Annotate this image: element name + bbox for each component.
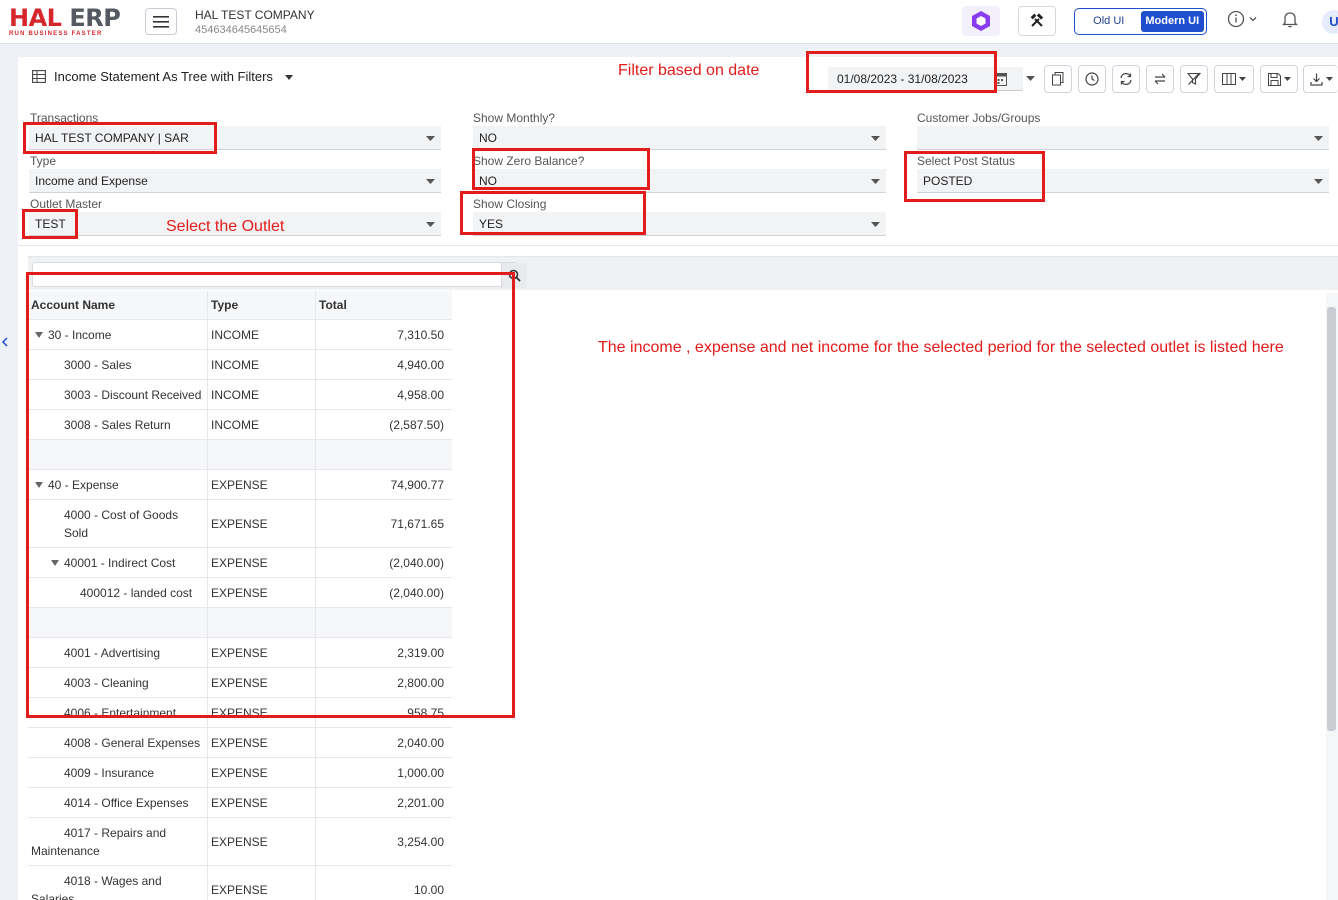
- divider: [18, 245, 1338, 246]
- modern-ui-option[interactable]: Modern UI: [1140, 11, 1204, 32]
- caret-down-icon: [426, 179, 435, 184]
- company-name: HAL TEST COMPANY: [195, 8, 315, 22]
- hamburger-icon: [153, 15, 169, 28]
- show-monthly-label: Show Monthly?: [473, 111, 556, 125]
- zero-balance-highlight-box: [472, 148, 650, 190]
- type-label: Type: [30, 154, 57, 168]
- account-name: 4014 - Office Expenses: [28, 788, 208, 817]
- account-total: 10.00: [413, 882, 444, 897]
- account-total: 3,254.00: [397, 834, 444, 849]
- refresh-button[interactable]: [1112, 65, 1140, 93]
- account-total: 2,201.00: [397, 795, 444, 810]
- avatar: U: [1322, 10, 1338, 34]
- filter-off-icon: [1187, 72, 1201, 85]
- chevron-down-icon: [1249, 17, 1257, 22]
- top-bar: HAL ERP RUN BUSINESS FASTER HAL TEST COM…: [0, 0, 1338, 44]
- download-icon: [1309, 73, 1323, 86]
- info-menu[interactable]: [1227, 10, 1258, 28]
- chevron-left-icon: [1, 337, 8, 347]
- outlet-annotation: Select the Outlet: [166, 218, 285, 235]
- caret-down-icon: [871, 179, 880, 184]
- table-icon: [32, 70, 46, 83]
- caret-down-icon: [426, 136, 435, 141]
- post-status-highlight-box: [904, 151, 1045, 202]
- date-annotation: Filter based on date: [618, 62, 760, 79]
- account-name: 4017 - Repairs and Maintenance: [31, 825, 167, 858]
- account-type: EXPENSE: [208, 818, 316, 865]
- type-select[interactable]: Income and Expense: [29, 169, 441, 193]
- menu-toggle-button[interactable]: [145, 8, 177, 35]
- show-monthly-value: NO: [479, 131, 497, 145]
- account-name: 4008 - General Expenses: [28, 728, 208, 757]
- clock-icon: [1085, 72, 1099, 86]
- bell-icon: [1282, 12, 1298, 28]
- user-avatar[interactable]: U: [1322, 10, 1338, 34]
- show-monthly-select[interactable]: NO: [473, 126, 886, 150]
- tools-button[interactable]: [1018, 6, 1056, 36]
- table-row[interactable]: 4008 - General Expenses EXPENSE 2,040.00: [28, 728, 452, 758]
- date-highlight-box: [806, 51, 997, 93]
- account-type: EXPENSE: [208, 728, 316, 757]
- table-row[interactable]: 4018 - Wages and Salaries EXPENSE 10.00: [28, 866, 452, 900]
- hal-erp-logo[interactable]: HAL ERP RUN BUSINESS FASTER: [9, 4, 121, 37]
- columns-icon: [1222, 73, 1236, 85]
- account-name: 4018 - Wages and Salaries: [31, 873, 162, 900]
- old-ui-option[interactable]: Old UI: [1077, 11, 1141, 32]
- caret-down-icon: [426, 222, 435, 227]
- company-info: HAL TEST COMPANY 454634645645654: [195, 8, 315, 36]
- copilot-hexagon-icon: [972, 11, 990, 31]
- company-id: 454634645645654: [195, 24, 287, 36]
- customer-jobs-select[interactable]: [917, 126, 1329, 150]
- save-button[interactable]: [1260, 65, 1298, 93]
- copy-button[interactable]: [1044, 65, 1072, 93]
- copy-icon: [1052, 72, 1064, 86]
- caret-down-icon: [871, 222, 880, 227]
- account-total: 1,000.00: [397, 765, 444, 780]
- type-value: Income and Expense: [35, 174, 148, 188]
- account-type: EXPENSE: [208, 758, 316, 787]
- swap-button[interactable]: [1146, 65, 1174, 93]
- caret-down-icon: [1325, 76, 1333, 81]
- info-icon: [1227, 10, 1245, 28]
- save-icon: [1267, 72, 1281, 86]
- caret-down-icon: [1314, 179, 1323, 184]
- caret-down-icon: [284, 75, 293, 80]
- clear-filter-button[interactable]: [1180, 65, 1208, 93]
- swap-arrows-icon: [1154, 73, 1166, 85]
- ui-mode-toggle[interactable]: Old UI Modern UI: [1074, 8, 1207, 35]
- report-title-menu[interactable]: Income Statement As Tree with Filters: [32, 69, 293, 84]
- export-button[interactable]: [1303, 65, 1338, 93]
- page-title: Income Statement As Tree with Filters: [54, 69, 273, 84]
- account-total: 2,040.00: [397, 735, 444, 750]
- caret-down-icon: [1314, 136, 1323, 141]
- caret-down-icon[interactable]: [1026, 76, 1035, 82]
- account-type: EXPENSE: [208, 788, 316, 817]
- scrollbar-thumb[interactable]: [1327, 307, 1336, 731]
- transactions-highlight-box: [23, 122, 217, 154]
- grid-highlight-box: [26, 272, 515, 718]
- side-collapse-handle[interactable]: [0, 272, 8, 347]
- caret-down-icon: [871, 136, 880, 141]
- customer-jobs-label: Customer Jobs/Groups: [917, 111, 1041, 125]
- copilot-button[interactable]: [962, 6, 1000, 36]
- account-type: EXPENSE: [208, 866, 316, 900]
- table-row[interactable]: 4009 - Insurance EXPENSE 1,000.00: [28, 758, 452, 788]
- notifications-button[interactable]: [1282, 10, 1298, 28]
- tools-icon: [1030, 13, 1044, 27]
- show-closing-highlight-box: [460, 191, 646, 235]
- outlet-highlight-box: [22, 209, 78, 239]
- table-row[interactable]: 4014 - Office Expenses EXPENSE 2,201.00: [28, 788, 452, 818]
- table-row[interactable]: 4017 - Repairs and Maintenance EXPENSE 3…: [28, 818, 452, 866]
- logo-hal: HAL: [9, 4, 62, 32]
- vertical-scrollbar[interactable]: [1326, 293, 1338, 900]
- grid-annotation: The income , expense and net income for …: [598, 339, 1284, 356]
- history-button[interactable]: [1078, 65, 1106, 93]
- caret-down-icon: [1283, 76, 1291, 81]
- refresh-icon: [1120, 72, 1132, 86]
- caret-down-icon: [1239, 76, 1246, 81]
- columns-button[interactable]: [1214, 65, 1254, 93]
- account-name: 4009 - Insurance: [28, 758, 208, 787]
- logo-erp: ERP: [69, 4, 121, 32]
